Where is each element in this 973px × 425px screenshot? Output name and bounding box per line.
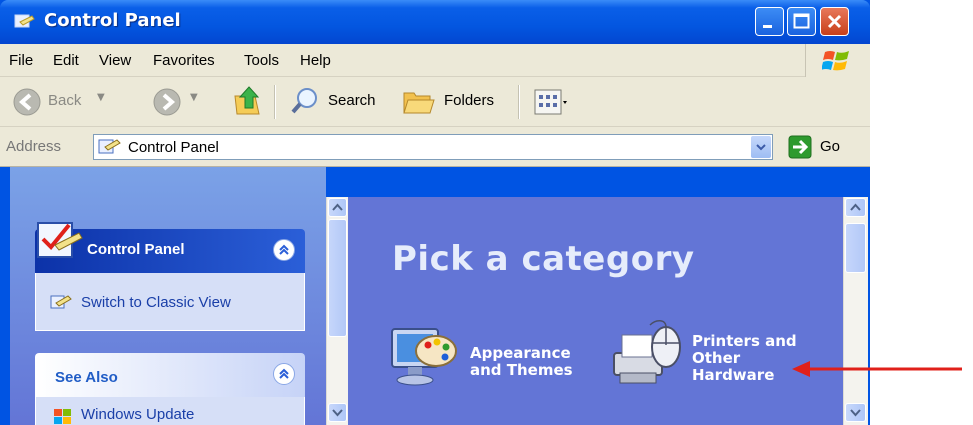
printers-label-line2: Other <box>692 349 741 367</box>
scroll-down-button[interactable] <box>328 403 347 422</box>
menu-edit[interactable]: Edit <box>53 52 79 69</box>
scroll-up-button[interactable] <box>845 198 866 217</box>
search-icon[interactable] <box>290 86 320 116</box>
appearance-label-line2: and Themes <box>470 361 573 379</box>
scroll-up-button[interactable] <box>328 198 347 217</box>
forward-arrow-icon[interactable] <box>152 87 182 117</box>
views-icon[interactable] <box>534 89 568 115</box>
printers-hardware-icon <box>613 320 681 384</box>
folders-icon[interactable] <box>402 87 436 117</box>
annotation-arrow-icon <box>792 361 962 377</box>
scroll-down-button[interactable] <box>845 403 866 422</box>
menu-favorites[interactable]: Favorites <box>153 52 215 69</box>
menu-view[interactable]: View <box>99 52 131 69</box>
maximize-button[interactable] <box>787 7 816 36</box>
close-button[interactable] <box>820 7 849 36</box>
printers-label-line1: Printers and <box>692 332 797 350</box>
scroll-thumb[interactable] <box>845 223 866 273</box>
address-bar: Address Control Panel Go <box>0 127 870 167</box>
menu-tools[interactable]: Tools <box>244 52 279 69</box>
back-arrow-icon[interactable] <box>12 87 42 117</box>
task-pane-scrollbar[interactable] <box>326 197 348 425</box>
go-button-label[interactable]: Go <box>820 138 840 155</box>
minimize-icon <box>763 25 772 28</box>
control-panel-panel: Control Panel Switch to Classic View <box>35 222 305 331</box>
appearance-label-line1: Appearance <box>470 344 571 362</box>
switch-view-icon <box>50 295 72 309</box>
back-button-label[interactable]: Back <box>48 92 81 109</box>
menu-help[interactable]: Help <box>300 52 331 69</box>
windows-logo-area <box>805 44 870 77</box>
category-appearance-and-themes[interactable]: Appearance and Themes <box>388 317 598 397</box>
switch-classic-view-link[interactable]: Switch to Classic View <box>81 294 231 311</box>
close-icon <box>827 14 842 29</box>
see-also-panel-header[interactable]: See Also <box>35 353 305 397</box>
back-dropdown-icon[interactable]: ▼ <box>97 92 105 103</box>
menu-bar: File Edit View Favorites Tools Help <box>0 44 870 77</box>
task-pane: Control Panel Switch to Classic View See… <box>10 167 326 425</box>
main-pane-scrollbar[interactable] <box>843 197 868 425</box>
window-title: Control Panel <box>44 10 181 31</box>
search-button-label[interactable]: Search <box>328 92 376 109</box>
windows-update-link[interactable]: Windows Update <box>81 406 194 423</box>
address-value: Control Panel <box>128 139 219 156</box>
control-panel-panel-title: Control Panel <box>87 241 185 258</box>
see-also-title: See Also <box>55 369 118 386</box>
control-panel-icon <box>14 14 35 28</box>
go-arrow-icon[interactable] <box>788 135 812 159</box>
windows-update-icon <box>54 409 71 424</box>
minimize-button[interactable] <box>755 7 784 36</box>
title-bar[interactable]: Control Panel <box>0 0 870 44</box>
see-also-panel: See Also Windows Update <box>35 353 305 425</box>
address-dropdown-button[interactable] <box>751 136 771 158</box>
collapse-chevron-icon[interactable] <box>273 239 295 261</box>
up-folder-icon[interactable] <box>233 84 265 118</box>
category-view: Pick a category Appearance and Themes Pr… <box>348 197 843 425</box>
see-also-panel-body: Windows Update <box>35 397 305 425</box>
address-label: Address <box>6 138 62 155</box>
control-panel-window: Control Panel File Edit View Favorites T… <box>0 0 870 425</box>
pick-category-heading: Pick a category <box>392 239 695 279</box>
menu-file[interactable]: File <box>9 52 33 69</box>
standard-toolbar: Back ▼ ▼ Search Folders <box>0 77 870 127</box>
collapse-chevron-icon[interactable] <box>273 363 295 385</box>
maximize-icon <box>793 13 810 29</box>
control-panel-icon <box>98 139 121 154</box>
scroll-thumb[interactable] <box>328 219 347 337</box>
address-input[interactable]: Control Panel <box>93 134 773 160</box>
appearance-themes-icon <box>391 328 457 386</box>
windows-logo-icon <box>822 51 849 71</box>
printers-label-line3: Hardware <box>692 366 775 384</box>
control-panel-icon <box>37 222 83 258</box>
forward-dropdown-icon[interactable]: ▼ <box>190 92 198 103</box>
control-panel-panel-body: Switch to Classic View <box>35 273 305 331</box>
folders-button-label[interactable]: Folders <box>444 92 494 109</box>
chevron-down-icon <box>756 144 766 151</box>
